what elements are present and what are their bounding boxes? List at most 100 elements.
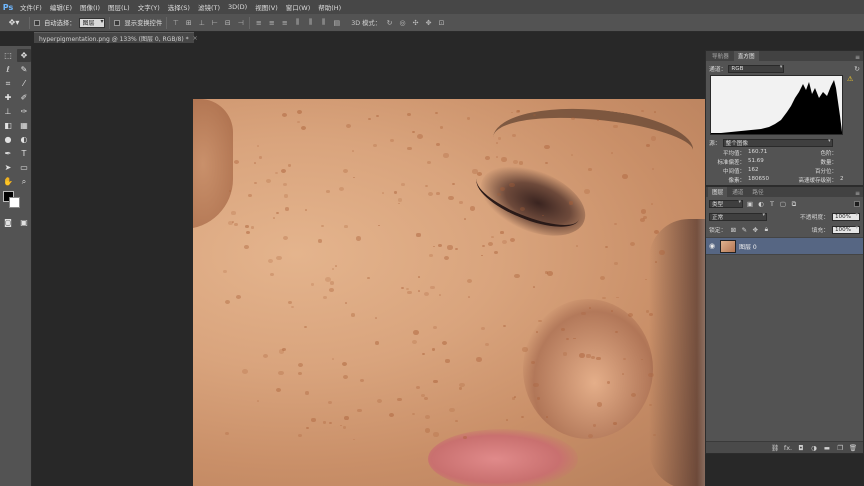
path-select-tool-icon[interactable]: ➤ (1, 161, 15, 174)
lock-position-icon[interactable]: ✥ (751, 226, 759, 234)
blend-mode-select[interactable]: 正常 (709, 212, 767, 221)
menu-window[interactable]: 窗口(W) (282, 2, 315, 12)
close-document-icon[interactable]: × (193, 35, 198, 42)
distribute-right-icon[interactable]: ⫼ (319, 18, 328, 27)
filter-pixel-icon[interactable]: ▣ (746, 200, 754, 208)
mask-icon[interactable]: ◘ (797, 444, 805, 452)
auto-select-checkbox[interactable] (34, 19, 40, 26)
layer-filter-select[interactable]: 类型 (709, 199, 743, 208)
distribute-left-icon[interactable]: ⫼ (293, 18, 302, 27)
blur-tool-icon[interactable]: ● (1, 133, 15, 146)
marquee-tool-icon[interactable]: ⬚ (1, 49, 15, 62)
eraser-tool-icon[interactable]: ◧ (1, 119, 15, 132)
filter-toggle[interactable] (854, 201, 860, 207)
show-transform-checkbox[interactable] (114, 19, 121, 26)
align-hcenter-icon[interactable]: ⊟ (223, 18, 232, 27)
distribute-vcenter-icon[interactable]: ≡ (267, 18, 276, 27)
tab-layers[interactable]: 图层 (708, 187, 728, 197)
menu-edit[interactable]: 编辑(E) (46, 2, 76, 12)
source-select[interactable]: 整个图像 (722, 138, 833, 147)
quick-mask-icon[interactable]: ◙ (1, 216, 15, 229)
distribute-top-icon[interactable]: ≡ (254, 18, 263, 27)
lasso-tool-icon[interactable]: ℓ (1, 63, 15, 76)
clone-stamp-tool-icon[interactable]: ⊥ (1, 105, 15, 118)
history-brush-tool-icon[interactable]: ✑ (17, 105, 31, 118)
align-right-icon[interactable]: ⊣ (236, 18, 245, 27)
shape-tool-icon[interactable]: ▭ (17, 161, 31, 174)
brush-tool-icon[interactable]: ✐ (17, 91, 31, 104)
align-top-icon[interactable]: ⊤ (171, 18, 180, 27)
healing-brush-tool-icon[interactable]: ✚ (1, 91, 15, 104)
quick-select-tool-icon[interactable]: ✎ (17, 63, 31, 76)
menu-type[interactable]: 文字(Y) (134, 2, 164, 12)
hand-tool-icon[interactable]: ✋ (1, 175, 15, 188)
link-icon[interactable]: ⛓ (771, 444, 779, 452)
gradient-tool-icon[interactable]: ▦ (17, 119, 31, 132)
menu-3d[interactable]: 3D(D) (224, 3, 251, 11)
crop-tool-icon[interactable]: ⌗ (1, 77, 15, 90)
move-tool-icon[interactable]: ✥ (17, 49, 31, 62)
3d-mode-label: 3D 模式： (351, 20, 382, 27)
menu-filter[interactable]: 滤镜(T) (194, 2, 224, 12)
dodge-tool-icon[interactable]: ◐ (17, 133, 31, 146)
3d-slide-icon[interactable]: ✥ (424, 18, 433, 27)
layer-row[interactable]: ◉ 图层 0 (706, 237, 863, 255)
3d-scale-icon[interactable]: ⊡ (437, 18, 446, 27)
zoom-tool-icon[interactable]: ⌕ (17, 175, 31, 188)
background-color-swatch[interactable] (9, 197, 20, 208)
layer-name[interactable]: 图层 0 (739, 242, 757, 251)
color-swatches[interactable] (0, 191, 31, 213)
lock-all-icon[interactable]: 🔒︎ (762, 225, 770, 234)
menu-file[interactable]: 文件(F) (16, 2, 46, 12)
menu-help[interactable]: 帮助(H) (314, 2, 345, 12)
new-layer-icon[interactable]: ❐ (836, 444, 844, 452)
fill-input[interactable]: 100% (832, 225, 860, 234)
auto-select-dropdown[interactable]: 图层 (79, 17, 106, 28)
lock-pixels-icon[interactable]: ✎ (740, 226, 748, 234)
tab-navigator[interactable]: 导航器 (708, 51, 733, 61)
align-left-icon[interactable]: ⊢ (210, 18, 219, 27)
menu-layer[interactable]: 图层(L) (104, 2, 134, 12)
screen-mode-icon[interactable]: ▣ (17, 216, 31, 229)
pen-tool-icon[interactable]: ✒ (1, 147, 15, 160)
type-tool-icon[interactable]: T (17, 147, 31, 160)
menu-view[interactable]: 视图(V) (251, 2, 282, 12)
filter-smart-object-icon[interactable]: ⧉ (790, 200, 798, 208)
3d-roll-icon[interactable]: ◎ (398, 18, 407, 27)
menu-select[interactable]: 选择(S) (164, 2, 194, 12)
align-bottom-icon[interactable]: ⊥ (197, 18, 206, 27)
adjustment-icon[interactable]: ◑ (810, 444, 818, 452)
opacity-input[interactable]: 100% (832, 212, 860, 221)
histogram-stats: 平均值： 160.71 色阶： 标准偏差： 51.69 数量： 中间值： 162… (706, 147, 863, 186)
warning-icon[interactable]: ⚠ (847, 75, 853, 83)
stat-cache-label: 高速缓存级别： (798, 178, 837, 184)
auto-align-icon[interactable]: ▤ (332, 18, 341, 27)
move-tool-preset-icon[interactable]: ✥▾ (3, 16, 25, 29)
tab-paths[interactable]: 路径 (748, 187, 767, 197)
3d-pan-icon[interactable]: ✣ (411, 18, 420, 27)
lock-transparency-icon[interactable]: ⊠ (729, 226, 737, 234)
trash-icon[interactable]: 🗑︎ (849, 444, 857, 452)
channel-select[interactable]: RGB (728, 64, 785, 73)
document-tab[interactable]: hyperpigmentation.png @ 133% (图层 0, RGB/… (34, 32, 198, 43)
visibility-eye-icon[interactable]: ◉ (709, 242, 717, 250)
3d-rotate-icon[interactable]: ↻ (385, 18, 394, 27)
fx-icon[interactable]: fx. (784, 444, 792, 452)
tab-channels[interactable]: 通道 (728, 187, 747, 197)
document-canvas[interactable] (193, 99, 709, 486)
panel-menu-icon[interactable]: ≡ (855, 54, 863, 61)
stat-level-label: 色阶： (820, 151, 837, 157)
tab-histogram[interactable]: 直方图 (733, 51, 759, 61)
eyedropper-tool-icon[interactable]: ⁄ (17, 77, 31, 90)
refresh-icon[interactable]: ↻ (854, 65, 860, 73)
filter-shape-icon[interactable]: ▢ (779, 200, 787, 208)
distribute-bottom-icon[interactable]: ≡ (280, 18, 289, 27)
filter-adjustment-icon[interactable]: ◐ (757, 200, 765, 208)
align-vcenter-icon[interactable]: ⊞ (184, 18, 193, 27)
menu-image[interactable]: 图像(I) (76, 2, 104, 12)
freckle-spot (263, 354, 268, 359)
group-icon[interactable]: ▬ (823, 444, 831, 452)
distribute-hcenter-icon[interactable]: ⫼ (306, 18, 315, 27)
filter-type-icon[interactable]: T (768, 200, 776, 208)
panel-menu-icon[interactable]: ≡ (855, 190, 863, 197)
